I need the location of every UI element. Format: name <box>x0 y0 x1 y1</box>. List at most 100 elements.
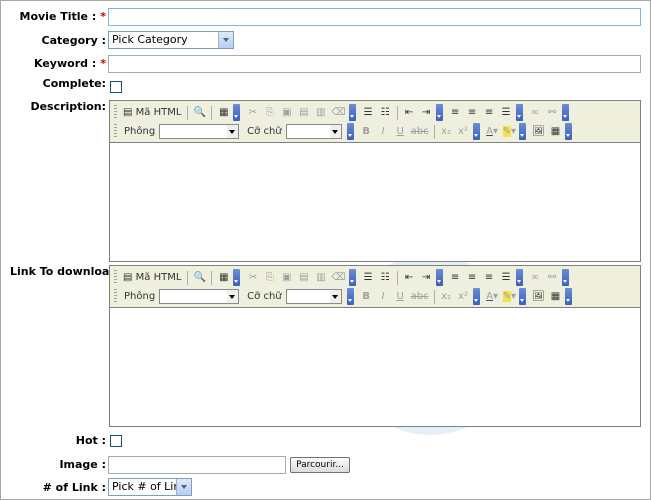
toolbar-dropdown[interactable] <box>435 104 443 121</box>
cut-button[interactable]: ✂ <box>244 104 261 121</box>
num-link-select[interactable]: Pick # of Link <box>108 478 192 496</box>
paste-button[interactable]: ▣ <box>278 269 295 286</box>
cut-button[interactable]: ✂ <box>244 269 261 286</box>
link-textarea[interactable] <box>110 308 640 426</box>
paste-button[interactable]: ▣ <box>278 104 295 121</box>
toolbar-dropdown[interactable] <box>519 123 527 140</box>
toolbar-dropdown[interactable] <box>435 269 443 286</box>
superscript-button[interactable]: x² <box>455 123 472 140</box>
toolbar-dropdown[interactable] <box>233 104 241 121</box>
preview-button[interactable]: 🔍 <box>191 269 208 286</box>
movie-title-input[interactable] <box>108 8 641 26</box>
toolbar-dropdown[interactable] <box>346 123 354 140</box>
image-file-input[interactable] <box>108 456 286 474</box>
text-color-button[interactable]: A ▾ <box>484 288 501 305</box>
subscript-button[interactable]: x₂ <box>438 288 455 305</box>
toolbar-dropdown[interactable] <box>348 269 356 286</box>
table-insert-button[interactable]: ▦ <box>547 288 564 305</box>
unlink-button[interactable]: ⚯ <box>544 104 561 121</box>
table-insert-button[interactable]: ▦ <box>547 123 564 140</box>
remove-format-button[interactable]: ⌫ <box>329 104 347 121</box>
font-select[interactable] <box>159 289 240 304</box>
toolbar-grip[interactable] <box>114 105 117 120</box>
align-center-button[interactable]: ≡ <box>464 104 481 121</box>
source-button[interactable]: ▤ Mã HTML <box>120 269 184 286</box>
toolbar-dropdown[interactable] <box>472 288 480 305</box>
toolbar-grip[interactable] <box>114 124 117 139</box>
bold-button[interactable]: B <box>358 123 375 140</box>
superscript-button[interactable]: x² <box>455 288 472 305</box>
outdent-button[interactable]: ⇤ <box>401 104 418 121</box>
bold-button[interactable]: B <box>358 288 375 305</box>
templates-button[interactable]: ▦ <box>215 269 232 286</box>
underline-button[interactable]: U <box>392 288 409 305</box>
bullet-list-button[interactable]: ☷ <box>377 269 394 286</box>
copy-button[interactable]: ⎘ <box>261 104 278 121</box>
toolbar-dropdown[interactable] <box>561 104 569 121</box>
browse-button[interactable]: Parcourir... <box>290 457 350 473</box>
italic-button[interactable]: I <box>375 288 392 305</box>
toolbar-dropdown[interactable] <box>346 288 354 305</box>
italic-button[interactable]: I <box>375 123 392 140</box>
bullet-list-button[interactable]: ☷ <box>377 104 394 121</box>
templates-button[interactable]: ▦ <box>215 104 232 121</box>
description-textarea[interactable] <box>110 143 640 261</box>
toolbar-grip[interactable] <box>114 270 117 285</box>
image-insert-button[interactable]: 🖼 <box>530 288 547 305</box>
align-left-button[interactable]: ≡ <box>447 269 464 286</box>
chevron-down-icon[interactable] <box>176 479 191 495</box>
link-button[interactable]: ∞ <box>527 104 544 121</box>
unlink-button[interactable]: ⚯ <box>544 269 561 286</box>
keyword-input[interactable] <box>108 55 641 73</box>
numbered-list-button[interactable]: ☰ <box>360 269 377 286</box>
toolbar-dropdown[interactable] <box>519 288 527 305</box>
strike-button[interactable]: abc <box>409 288 431 305</box>
highlight-button[interactable]: ✎ ▾ <box>501 123 518 140</box>
toolbar-dropdown[interactable] <box>233 269 241 286</box>
align-justify-button[interactable]: ☰ <box>498 269 515 286</box>
indent-button[interactable]: ⇥ <box>418 269 435 286</box>
source-button[interactable]: ▤ Mã HTML <box>120 104 184 121</box>
size-select[interactable] <box>285 124 342 139</box>
chevron-down-icon[interactable] <box>218 32 233 48</box>
preview-button[interactable]: 🔍 <box>191 104 208 121</box>
complete-checkbox[interactable] <box>110 81 122 93</box>
paste-word-button[interactable]: ▥ <box>312 269 329 286</box>
paste-word-button[interactable]: ▥ <box>312 104 329 121</box>
paste-text-button[interactable]: ▤ <box>295 269 312 286</box>
outdent-button[interactable]: ⇤ <box>401 269 418 286</box>
align-center-icon: ≡ <box>467 272 477 283</box>
align-right-button[interactable]: ≡ <box>481 269 498 286</box>
toolbar-dropdown[interactable] <box>561 269 569 286</box>
toolbar-dropdown[interactable] <box>348 104 356 121</box>
indent-button[interactable]: ⇥ <box>418 104 435 121</box>
numbered-list-button[interactable]: ☰ <box>360 104 377 121</box>
strike-button[interactable]: abc <box>409 123 431 140</box>
toolbar-grip[interactable] <box>114 289 117 304</box>
toolbar-dropdown[interactable] <box>515 269 523 286</box>
link-button[interactable]: ∞ <box>527 269 544 286</box>
toolbar-dropdown[interactable] <box>565 288 573 305</box>
toolbar-dropdown[interactable] <box>515 104 523 121</box>
remove-format-button[interactable]: ⌫ <box>329 269 347 286</box>
underline-button[interactable]: U <box>392 123 409 140</box>
align-right-button[interactable]: ≡ <box>481 104 498 121</box>
align-justify-button[interactable]: ☰ <box>498 104 515 121</box>
toolbar-dropdown[interactable] <box>472 123 480 140</box>
required-mark: * <box>100 57 106 70</box>
align-center-button[interactable]: ≡ <box>464 269 481 286</box>
category-select[interactable]: Pick Category <box>108 31 234 49</box>
templates-icon: ▦ <box>219 107 229 118</box>
source-icon: ▤ <box>123 107 136 118</box>
paste-text-button[interactable]: ▤ <box>295 104 312 121</box>
size-select[interactable] <box>285 289 342 304</box>
font-select[interactable] <box>159 124 240 139</box>
hot-checkbox[interactable] <box>110 435 122 447</box>
highlight-button[interactable]: ✎ ▾ <box>501 288 518 305</box>
align-left-button[interactable]: ≡ <box>447 104 464 121</box>
text-color-button[interactable]: A ▾ <box>484 123 501 140</box>
image-insert-button[interactable]: 🖼 <box>530 123 547 140</box>
toolbar-dropdown[interactable] <box>565 123 573 140</box>
copy-button[interactable]: ⎘ <box>261 269 278 286</box>
subscript-button[interactable]: x₂ <box>438 123 455 140</box>
